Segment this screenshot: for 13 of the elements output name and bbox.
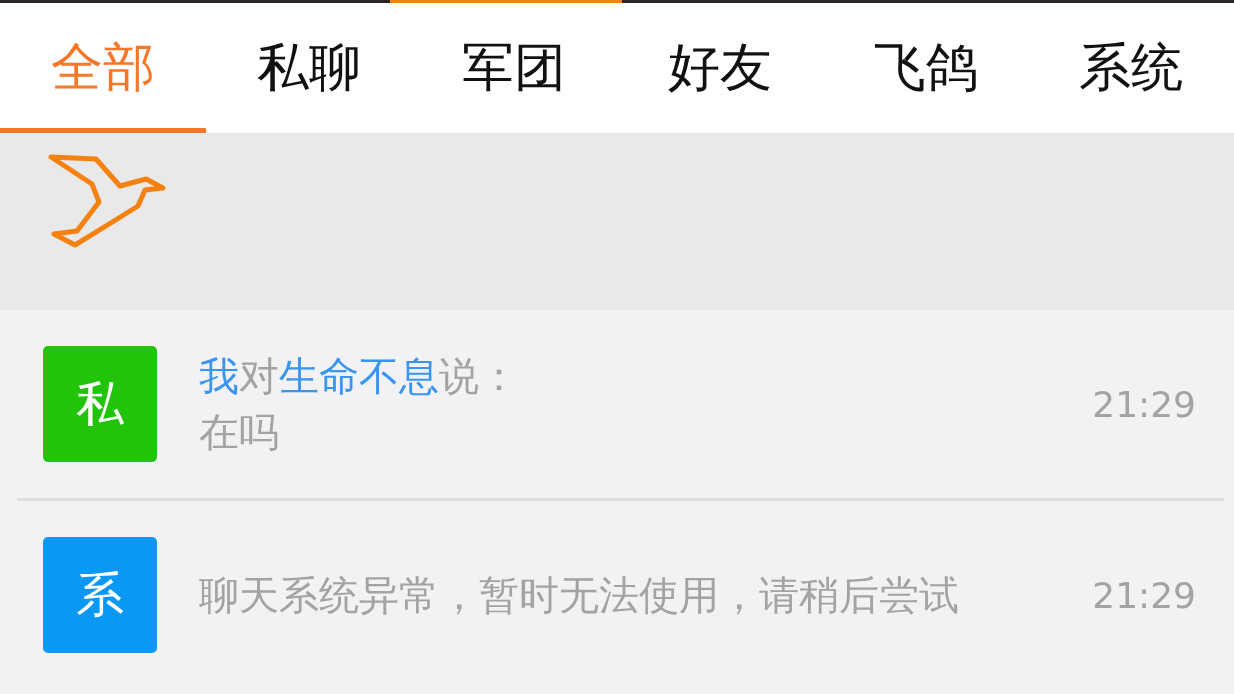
tab[interactable]: 军团 bbox=[411, 3, 617, 133]
tab[interactable]: 飞鸽 bbox=[822, 3, 1029, 133]
message-sender-line: 我对生命不息说： bbox=[199, 352, 520, 401]
tab[interactable]: 私聊 bbox=[205, 3, 412, 133]
message-time: 21:29 bbox=[1092, 574, 1196, 616]
tab[interactable]: 系统 bbox=[1028, 3, 1234, 133]
avatar-badge: 系 bbox=[43, 537, 157, 653]
bird-icon bbox=[47, 153, 167, 249]
tab[interactable]: 好友 bbox=[617, 3, 823, 133]
message-text: 在吗 bbox=[199, 408, 280, 457]
message-text: 聊天系统异常，暂时无法使用，请稍后尝试 bbox=[199, 571, 960, 620]
message-time: 21:29 bbox=[1092, 383, 1196, 425]
avatar-badge: 私 bbox=[43, 346, 157, 462]
